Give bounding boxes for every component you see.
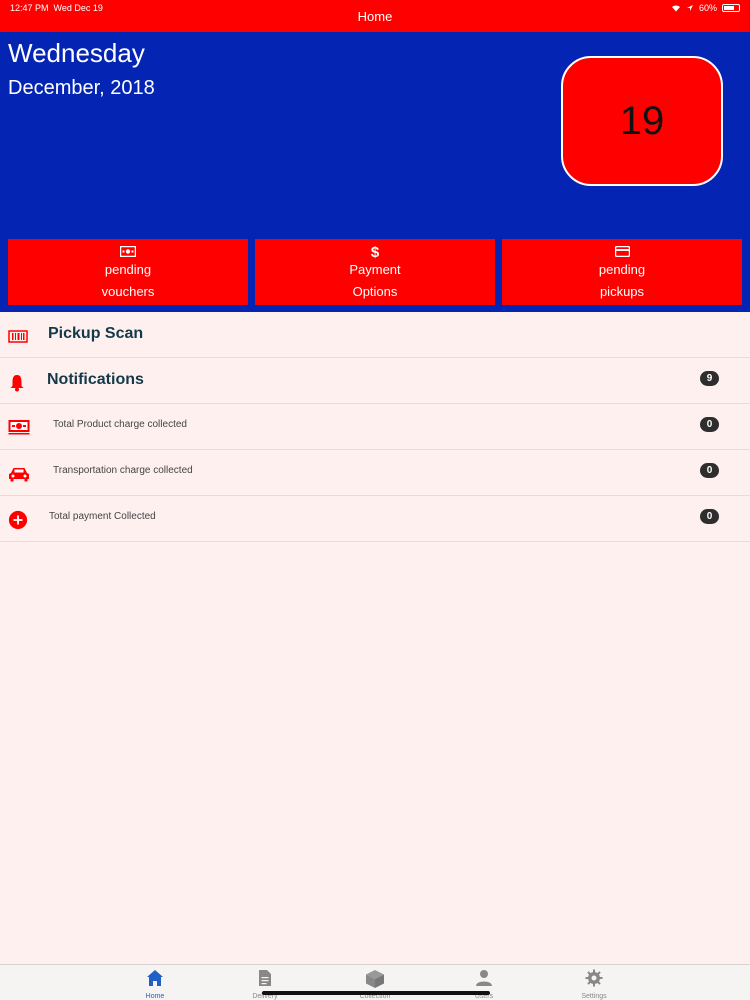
total-payment-row[interactable]: Total payment Collected 0: [0, 496, 750, 542]
pickup-scan-label: Pickup Scan: [48, 325, 144, 342]
status-indicators: 60%: [671, 3, 740, 13]
barcode-icon: [8, 330, 28, 343]
transport-charge-label: Transportation charge collected: [53, 465, 193, 476]
day-number-badge: 19: [561, 56, 723, 186]
tab-users[interactable]: Users: [449, 969, 519, 1000]
tab-settings-label: Settings: [581, 993, 607, 1000]
notifications-count-badge: 9: [700, 371, 719, 386]
status-bar: 12:47 PM Wed Dec 19 Home 60%: [0, 0, 750, 32]
tab-collection[interactable]: Collection: [340, 969, 410, 1000]
weekday-label: Wednesday: [8, 38, 145, 68]
home-indicator-bar[interactable]: [262, 991, 490, 995]
car-icon: [9, 468, 29, 482]
cash-icon: [8, 420, 30, 435]
page-title: Home: [357, 9, 393, 24]
money-icon: [8, 246, 248, 260]
tab-home[interactable]: Home: [120, 969, 190, 1000]
add-circle-icon: [8, 510, 28, 530]
product-charge-label: Total Product charge collected: [53, 419, 187, 430]
card-icon: [502, 246, 742, 260]
total-payment-count-badge: 0: [700, 509, 719, 524]
notifications-label: Notifications: [47, 371, 144, 388]
pending-pickups-line2: pickups: [599, 284, 645, 299]
transport-charge-count-badge: 0: [700, 463, 719, 478]
total-payment-label: Total payment Collected: [49, 511, 156, 522]
month-year-label: December, 2018: [8, 77, 155, 99]
bell-icon: [10, 375, 24, 392]
pending-vouchers-line1: pending: [104, 262, 152, 277]
tab-settings[interactable]: Settings: [559, 969, 629, 1000]
home-icon: [120, 969, 190, 989]
payment-options-line2: Options: [352, 284, 398, 299]
tab-delivery[interactable]: Delivery: [230, 969, 300, 1000]
dollar-icon: $: [370, 244, 380, 261]
notifications-row[interactable]: Notifications 9: [0, 358, 750, 404]
gear-icon: [559, 969, 629, 989]
product-charge-row[interactable]: Total Product charge collected 0: [0, 404, 750, 450]
product-charge-count-badge: 0: [700, 417, 719, 432]
pending-vouchers-button[interactable]: pending vouchers: [8, 239, 248, 305]
user-icon: [449, 969, 519, 989]
payment-options-line1: Payment: [349, 262, 401, 277]
pending-pickups-line1: pending: [598, 262, 646, 277]
location-icon: [686, 5, 693, 11]
wifi-icon: [671, 5, 680, 12]
transport-charge-row[interactable]: Transportation charge collected 0: [0, 450, 750, 496]
tab-home-label: Home: [145, 993, 165, 1000]
pending-pickups-button[interactable]: pending pickups: [502, 239, 742, 305]
battery-icon: [722, 4, 740, 12]
date-header: Wednesday December, 2018 19 pending vouc…: [0, 32, 750, 312]
document-icon: [230, 969, 300, 989]
pickup-scan-row[interactable]: Pickup Scan: [0, 312, 750, 358]
payment-options-button[interactable]: $ Payment Options: [255, 239, 495, 305]
dashboard-list: Pickup Scan Notifications 9 Total Produc…: [0, 312, 750, 542]
box-icon: [340, 969, 410, 989]
battery-percent: 60%: [698, 3, 717, 13]
pending-vouchers-line2: vouchers: [101, 284, 155, 299]
